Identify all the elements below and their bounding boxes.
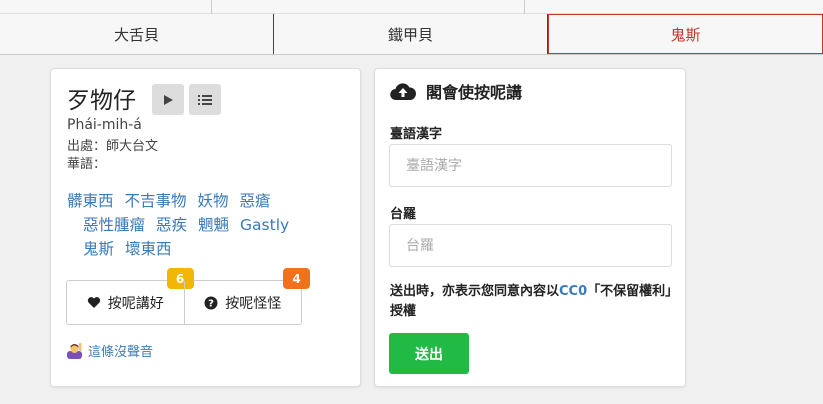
- hanzi-input[interactable]: [389, 144, 672, 187]
- related-word-tabs: 大舌貝 鐵甲貝 鬼斯: [0, 14, 823, 55]
- source-text: 出處：師大台文: [67, 139, 159, 154]
- meaning-tag[interactable]: 鬼斯: [83, 237, 114, 261]
- tab-prev-2[interactable]: 大舌貝: [0, 14, 274, 54]
- consent-text: 送出時，亦表示您同意內容以CC0「不保留權利」授權: [390, 282, 680, 322]
- tab-prev-1[interactable]: 鐵甲貝: [274, 14, 548, 54]
- weird-button[interactable]: ? 按呢怪怪 4: [183, 268, 310, 324]
- person-raising-hand-icon: [67, 343, 82, 359]
- submit-button[interactable]: 送出: [389, 333, 469, 374]
- romanization: Phái-mih-á: [67, 117, 142, 133]
- play-icon: [164, 94, 173, 105]
- vote-group: 按呢講好 6 ? 按呢怪怪 4: [66, 268, 310, 325]
- meaning-tag[interactable]: 魍魎: [198, 213, 229, 237]
- mandarin-text: 華語：: [67, 157, 107, 172]
- meaning-tag[interactable]: 髒東西: [67, 189, 114, 213]
- entry-card: 歹物仔 Phái-mih-á 出處：師大台文 華語： 髒東西 不吉事物 妖物 惡瘡 惡…: [50, 68, 361, 387]
- consent-pre: 送出時，亦表示您同意內容以: [390, 284, 560, 299]
- question-circle-icon: ?: [204, 296, 218, 309]
- like-label: 按呢講好: [107, 295, 164, 312]
- contribute-card: 閣會使按呢講 臺語漢字 台羅 送出時，亦表示您同意內容以CC0「不保留權利」授權…: [374, 68, 686, 387]
- lomaji-input[interactable]: [389, 224, 672, 267]
- contribute-title-text: 閣會使按呢講: [426, 83, 523, 102]
- contribute-title: 閣會使按呢講: [390, 79, 522, 103]
- meaning-tag[interactable]: 惡性腫瘤: [83, 213, 145, 237]
- like-button[interactable]: 按呢講好 6: [67, 268, 194, 324]
- weird-label: 按呢怪怪: [225, 295, 282, 312]
- weird-count-badge: 4: [283, 268, 310, 289]
- heart-icon: [87, 297, 100, 308]
- meaning-tag[interactable]: 惡疾: [156, 213, 187, 237]
- no-sound-link[interactable]: 這條沒聲音: [66, 341, 153, 360]
- meaning-tag[interactable]: 惡瘡: [240, 189, 271, 213]
- entry-word: 歹物仔: [67, 88, 136, 114]
- play-button[interactable]: [152, 84, 184, 115]
- meaning-tags: 髒東西 不吉事物 妖物 惡瘡 惡性腫瘤 惡疾 魍魎 Gastly 鬼斯 壞東西: [67, 189, 357, 261]
- meaning-tag[interactable]: Gastly: [240, 213, 289, 237]
- lomaji-label: 台羅: [390, 207, 417, 222]
- no-sound-label: 這條沒聲音: [88, 345, 154, 360]
- svg-text:?: ?: [208, 298, 214, 309]
- list-icon: [198, 94, 212, 105]
- divider: [524, 0, 525, 14]
- cc0-link[interactable]: CC0: [559, 284, 587, 299]
- tab-current[interactable]: 鬼斯: [548, 14, 823, 54]
- cloud-upload-icon: [390, 83, 416, 101]
- meaning-tag[interactable]: 妖物: [198, 189, 229, 213]
- divider: [211, 0, 212, 14]
- top-tab-strip: [0, 0, 823, 14]
- hanzi-label: 臺語漢字: [390, 127, 443, 142]
- list-button[interactable]: [189, 84, 221, 115]
- meaning-tag[interactable]: 壞東西: [125, 237, 172, 261]
- meaning-tag[interactable]: 不吉事物: [125, 189, 187, 213]
